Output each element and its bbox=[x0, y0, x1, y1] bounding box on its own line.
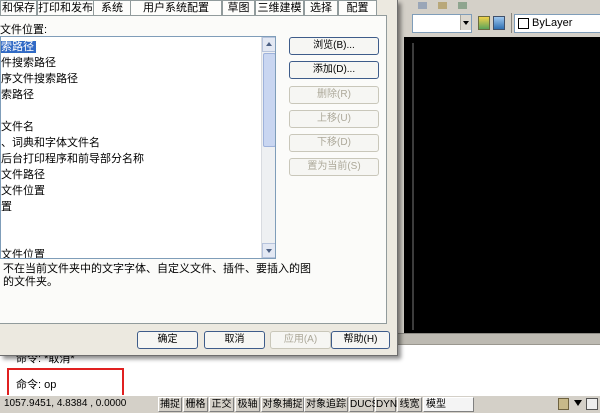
tree-item-label: 文件位置 bbox=[1, 249, 45, 259]
tab-drafting[interactable]: 草图 bbox=[222, 0, 255, 15]
tree-item-label: 序文件搜索路径 bbox=[1, 73, 78, 85]
scroll-down-icon[interactable] bbox=[262, 243, 275, 258]
toggle-snap[interactable]: 捕捉 bbox=[158, 397, 182, 412]
toolbar-icon[interactable] bbox=[418, 2, 427, 9]
tree-item-label: 文件路径 bbox=[1, 169, 45, 181]
tab-selection[interactable]: 选择 bbox=[304, 0, 338, 15]
tree-item-label: 置 bbox=[1, 201, 12, 213]
tab-system[interactable]: 系统 bbox=[93, 0, 131, 15]
scroll-thumb[interactable] bbox=[263, 53, 275, 147]
toggle-ducs[interactable]: DUCS bbox=[349, 397, 378, 412]
toggle-otrack[interactable]: 对象追踪 bbox=[304, 397, 348, 412]
tree-item-label: 件搜索路径 bbox=[1, 57, 56, 69]
coordinates-readout: 1057.9451, 4.8384 , 0.0000 bbox=[4, 398, 127, 409]
help-button[interactable]: 帮助(H) bbox=[331, 331, 390, 349]
chevron-down-icon[interactable] bbox=[574, 400, 582, 406]
tree-item-label bbox=[1, 217, 3, 229]
set-current-button[interactable]: 置为当前(S) bbox=[289, 158, 379, 176]
tree-item[interactable]: 文件名 bbox=[1, 120, 36, 134]
search-path-tree[interactable]: 索路径 件搜索路径 序文件搜索路径 索路径 文件名 、词典和字体文件名 后台打印… bbox=[0, 36, 276, 259]
list-label: 文件位置: bbox=[0, 24, 48, 36]
tree-item[interactable] bbox=[1, 216, 3, 230]
tree-item[interactable]: 文件位置 bbox=[1, 248, 47, 259]
options-dialog: 和保存 打印和发布 系统 用户系统配置 草图 三维建模 选择 配置 文件位置: … bbox=[0, 0, 398, 356]
layer-dropdown[interactable] bbox=[412, 14, 472, 33]
drawing-edge bbox=[412, 43, 414, 330]
toggle-ortho[interactable]: 正交 bbox=[209, 397, 234, 412]
layers-toolbar: ByLayer bbox=[398, 11, 600, 36]
ok-button[interactable]: 确定 bbox=[137, 331, 198, 349]
tree-item[interactable]: 、词典和字体文件名 bbox=[1, 136, 102, 150]
drawing-canvas[interactable] bbox=[404, 37, 600, 333]
description-text: 不在当前文件夹中的文字字体、自定义文件、插件、要插入的图 的文件夹。 bbox=[3, 263, 383, 289]
tree-item-label: 索路径 bbox=[1, 40, 37, 54]
tree-item-label: 索路径 bbox=[1, 89, 34, 101]
toggle-polar[interactable]: 极轴 bbox=[235, 397, 260, 412]
layer-manager-icon[interactable] bbox=[478, 16, 490, 30]
cancel-button[interactable]: 取消 bbox=[204, 331, 265, 349]
linetype-value: ByLayer bbox=[532, 17, 573, 29]
toggle-dyn[interactable]: DYN bbox=[375, 397, 397, 412]
tree-item-label: 文件名 bbox=[1, 121, 34, 133]
tree-scrollbar[interactable] bbox=[261, 37, 275, 258]
tree-item[interactable]: 索路径 bbox=[1, 88, 36, 102]
toggle-model-space[interactable]: 模型 bbox=[423, 397, 474, 412]
tree-item[interactable] bbox=[1, 104, 3, 118]
lock-icon[interactable] bbox=[558, 398, 569, 410]
toolbar-icon[interactable] bbox=[438, 2, 447, 9]
layer-states-icon[interactable] bbox=[493, 16, 505, 30]
clean-screen-icon[interactable] bbox=[586, 398, 598, 410]
tab-user-preferences[interactable]: 用户系统配置 bbox=[130, 0, 222, 15]
tab-profiles[interactable]: 配置 bbox=[338, 0, 377, 15]
toggle-lineweight[interactable]: 线宽 bbox=[397, 397, 422, 412]
apply-button[interactable]: 应用(A) bbox=[270, 331, 331, 349]
tree-item-label bbox=[1, 105, 3, 117]
tree-item-label bbox=[1, 233, 3, 245]
tree-item[interactable]: 后台打印程序和前导部分名称 bbox=[1, 152, 146, 166]
toggle-grid[interactable]: 栅格 bbox=[183, 397, 208, 412]
color-swatch-icon bbox=[518, 18, 529, 29]
tree-item[interactable] bbox=[1, 232, 3, 246]
add-button[interactable]: 添加(D)... bbox=[289, 61, 379, 79]
tab-3d-modeling[interactable]: 三维建模 bbox=[255, 0, 304, 15]
scroll-up-icon[interactable] bbox=[262, 37, 275, 52]
toolbar-icon[interactable] bbox=[458, 2, 467, 9]
toolbar-separator bbox=[511, 13, 512, 33]
description-line: 不在当前文件夹中的文字字体、自定义文件、插件、要插入的图 bbox=[3, 263, 311, 275]
move-up-button[interactable]: 上移(U) bbox=[289, 110, 379, 128]
tree-item-label: 文件位置 bbox=[1, 185, 45, 197]
tree-item[interactable]: 索路径 bbox=[1, 40, 37, 54]
remove-button[interactable]: 删除(R) bbox=[289, 86, 379, 104]
tree-item[interactable]: 文件路径 bbox=[1, 168, 47, 182]
highlight-box bbox=[7, 368, 124, 397]
tree-item-label: 后台打印程序和前导部分名称 bbox=[1, 153, 144, 165]
tab-open-and-save[interactable]: 和保存 bbox=[0, 0, 37, 15]
tree-item[interactable]: 文件位置 bbox=[1, 184, 47, 198]
tree-item[interactable]: 序文件搜索路径 bbox=[1, 72, 80, 86]
chevron-down-icon[interactable] bbox=[460, 15, 471, 30]
description-line: 的文件夹。 bbox=[3, 276, 58, 288]
tab-plot-and-publish[interactable]: 打印和发布 bbox=[37, 0, 94, 15]
toggle-osnap[interactable]: 对象捕捉 bbox=[261, 397, 304, 412]
tree-item-label: 、词典和字体文件名 bbox=[1, 137, 100, 149]
browse-button[interactable]: 浏览(B)... bbox=[289, 37, 379, 55]
tree-item[interactable]: 件搜索路径 bbox=[1, 56, 58, 70]
linetype-dropdown[interactable]: ByLayer bbox=[514, 14, 600, 33]
tree-item[interactable]: 置 bbox=[1, 200, 14, 214]
move-down-button[interactable]: 下移(D) bbox=[289, 134, 379, 152]
